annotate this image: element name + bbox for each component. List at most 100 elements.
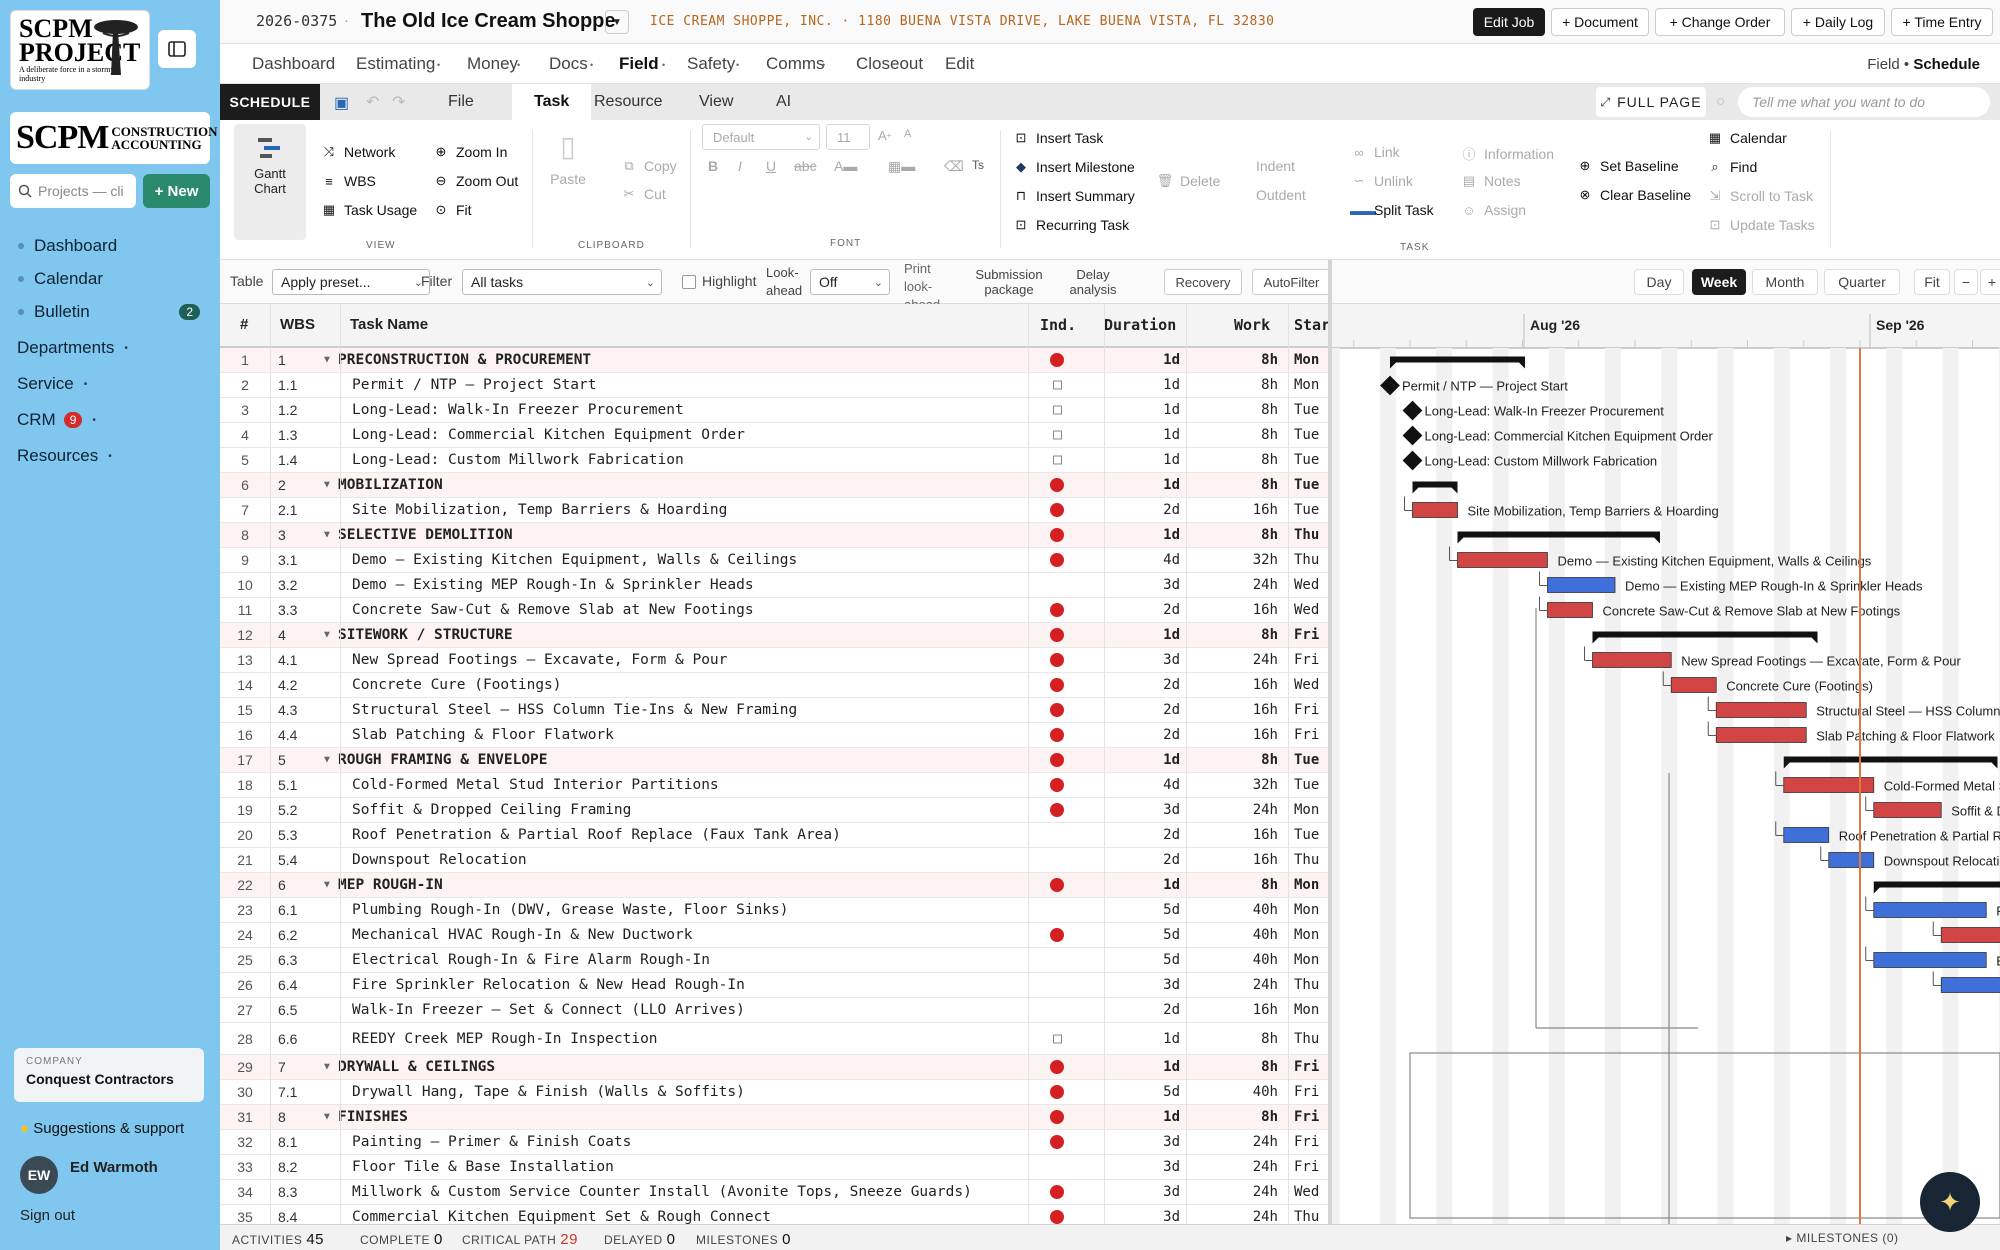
zoom-day-button[interactable]: Day: [1634, 269, 1684, 295]
column-indicators[interactable]: Ind.: [1040, 316, 1076, 334]
zoom-plus-button[interactable]: +: [1980, 269, 2000, 295]
table-row[interactable]: 19 5.2 Soffit & Dropped Ceiling Framing 3d 2…: [220, 798, 1330, 823]
save-icon[interactable]: ▣: [334, 93, 349, 113]
grow-font-icon[interactable]: A +: [878, 128, 891, 143]
undo-icon[interactable]: ↶: [366, 92, 379, 112]
tab-ai[interactable]: AI: [776, 93, 791, 111]
delete-button[interactable]: 🗑 Delete: [1156, 173, 1221, 189]
collapse-toggle-icon[interactable]: ▼: [322, 1112, 332, 1123]
font-color-icon[interactable]: A▬: [834, 158, 857, 174]
autofilter-button[interactable]: AutoFilter: [1252, 269, 1330, 295]
collapse-toggle-icon[interactable]: ▼: [322, 355, 332, 366]
table-row[interactable]: 26 6.4 Fire Sprinkler Relocation & New Hea…: [220, 973, 1330, 998]
bold-icon[interactable]: B: [708, 158, 718, 174]
text-styles-icon[interactable]: Ts: [972, 158, 984, 172]
print-lookahead-button[interactable]: Print look-ahead: [904, 260, 944, 304]
fit-button[interactable]: ⊙ Fit: [432, 202, 472, 218]
unlink-button[interactable]: ∽ Unlink: [1350, 173, 1413, 189]
table-row[interactable]: 11 3.3 Concrete Saw-Cut & Remove Slab at N…: [220, 598, 1330, 623]
add-document-button[interactable]: + Document: [1551, 8, 1649, 36]
link-button[interactable]: ∞ Link: [1350, 144, 1399, 160]
table-row[interactable]: 31 8 ▼ FINISHES 1d 8h Fri: [220, 1105, 1330, 1130]
table-row[interactable]: 9 3.1 Demo — Existing Kitchen Equipment, W…: [220, 548, 1330, 573]
table-row[interactable]: 21 5.4 Downspout Relocation 2d 16h Thu: [220, 848, 1330, 873]
edit-job-button[interactable]: Edit Job: [1473, 8, 1545, 36]
menu-comms[interactable]: Comms: [766, 54, 825, 74]
sidebar-item-crm[interactable]: CRM 9 •: [0, 410, 220, 430]
collapse-toggle-icon[interactable]: ▼: [322, 530, 332, 541]
table-row[interactable]: 25 6.3 Electrical Rough-In & Fire Alarm Ro…: [220, 948, 1330, 973]
column-wbs[interactable]: WBS: [280, 316, 315, 333]
zoom-minus-button[interactable]: −: [1954, 269, 1978, 295]
table-row[interactable]: 34 8.3 Millwork & Custom Service Counter I…: [220, 1180, 1330, 1205]
table-row[interactable]: 32 8.1 Painting — Primer & Finish Coats 3d 2…: [220, 1130, 1330, 1155]
submission-package-button[interactable]: Submission package: [964, 265, 1054, 299]
table-row[interactable]: 3 1.2 Long-Lead: Walk-In Freezer Procureme…: [220, 398, 1330, 423]
scpm-project-logo[interactable]: SCPM PROJECT A deliberate force in a sto…: [10, 10, 150, 90]
add-time-entry-button[interactable]: + Time Entry: [1891, 8, 1993, 36]
table-row[interactable]: 8 3 ▼ SELECTIVE DEMOLITION 1d 8h Thu: [220, 523, 1330, 548]
add-change-order-button[interactable]: + Change Order: [1655, 8, 1785, 36]
sidebar-item-bulletin[interactable]: Bulletin 2: [0, 302, 220, 322]
new-button[interactable]: + New: [143, 174, 210, 208]
column-duration[interactable]: Duration: [1104, 316, 1176, 334]
user-profile[interactable]: EW Ed Warmoth: [20, 1156, 158, 1194]
table-row[interactable]: 29 7 ▼ DRYWALL & CEILINGS 1d 8h Fri: [220, 1055, 1330, 1080]
menu-docs[interactable]: Docs: [549, 54, 588, 74]
suggestions-link[interactable]: ● Suggestions & support: [20, 1120, 184, 1137]
add-daily-log-button[interactable]: + Daily Log: [1791, 8, 1885, 36]
table-row[interactable]: 17 5 ▼ ROUGH FRAMING & ENVELOPE 1d 8h Tue: [220, 748, 1330, 773]
cut-button[interactable]: ✂ Cut: [620, 186, 666, 202]
update-tasks-button[interactable]: ⊡ Update Tasks: [1706, 217, 1815, 233]
table-row[interactable]: 16 4.4 Slab Patching & Floor Flatwork 2d 16h…: [220, 723, 1330, 748]
insert-milestone-button[interactable]: ◆ Insert Milestone: [1012, 159, 1135, 175]
table-row[interactable]: 15 4.3 Structural Steel — HSS Column Tie-I…: [220, 698, 1330, 723]
table-row[interactable]: 30 7.1 Drywall Hang, Tape & Finish (Walls …: [220, 1080, 1330, 1105]
zoom-week-button[interactable]: Week: [1692, 269, 1746, 295]
highlight-checkbox[interactable]: [682, 275, 696, 289]
calendar-button[interactable]: ▦ Calendar: [1706, 130, 1787, 146]
sidebar-item-calendar[interactable]: Calendar: [0, 269, 220, 289]
copy-button[interactable]: ⧉ Copy: [620, 158, 676, 174]
project-search-input[interactable]: Projects — cli: [10, 174, 136, 208]
table-row[interactable]: 23 6.1 Plumbing Rough-In (DWV, Grease Wast…: [220, 898, 1330, 923]
sidebar-item-departments[interactable]: Departments •: [0, 338, 220, 358]
collapse-toggle-icon[interactable]: ▼: [322, 1062, 332, 1073]
collapse-toggle-icon[interactable]: ▼: [322, 880, 332, 891]
table-row[interactable]: 5 1.4 Long-Lead: Custom Millwork Fabricati…: [220, 448, 1330, 473]
table-row[interactable]: 12 4 ▼ SITEWORK / STRUCTURE 1d 8h Fri: [220, 623, 1330, 648]
background-color-icon[interactable]: ▦▬: [888, 158, 915, 175]
ai-assistant-button[interactable]: ✦: [1920, 1172, 1980, 1232]
set-baseline-button[interactable]: ⊕ Set Baseline: [1576, 158, 1679, 174]
table-row[interactable]: 2 1.1 Permit / NTP — Project Start 1d 8h Mon: [220, 373, 1330, 398]
table-row[interactable]: 13 4.1 New Spread Footings — Excavate, For…: [220, 648, 1330, 673]
menu-field[interactable]: Field: [619, 54, 659, 74]
menu-dashboard[interactable]: Dashboard: [252, 54, 335, 74]
scpm-accounting-logo[interactable]: SCPM CONSTRUCTION ACCOUNTING: [10, 112, 218, 164]
tab-resource[interactable]: Resource: [594, 93, 662, 111]
lookahead-select[interactable]: Off ⌄: [810, 269, 890, 295]
clear-format-icon[interactable]: ⌫: [944, 158, 964, 175]
table-row[interactable]: 20 5.3 Roof Penetration & Partial Roof Rep…: [220, 823, 1330, 848]
table-preset-select[interactable]: Apply preset... ⌄: [272, 269, 430, 295]
table-row[interactable]: 27 6.5 Walk-In Freezer — Set & Connect (LL…: [220, 998, 1330, 1023]
table-row[interactable]: 35 8.4 Commercial Kitchen Equipment Set & …: [220, 1205, 1330, 1224]
find-button[interactable]: ⌕ Find: [1706, 159, 1757, 175]
font-family-select[interactable]: Default ⌄: [702, 124, 820, 150]
insert-task-button[interactable]: ⊡ Insert Task: [1012, 130, 1104, 146]
zoom-in-button[interactable]: ⊕ Zoom In: [432, 144, 508, 160]
outdent-button[interactable]: Outdent: [1256, 187, 1306, 203]
redo-icon[interactable]: ↷: [392, 92, 405, 112]
table-row[interactable]: 28 6.6 REEDY Creek MEP Rough-In Inspection…: [220, 1023, 1330, 1055]
strikethrough-icon[interactable]: abc: [794, 158, 817, 174]
sidebar-item-service[interactable]: Service •: [0, 374, 220, 394]
wbs-button[interactable]: ≡ WBS: [320, 173, 376, 189]
menu-estimating[interactable]: Estimating: [356, 54, 435, 74]
sidebar-item-dashboard[interactable]: Dashboard: [0, 236, 220, 256]
menu-closeout[interactable]: Closeout: [856, 54, 923, 74]
column-start[interactable]: Star: [1294, 316, 1330, 334]
column-work[interactable]: Work: [1234, 316, 1270, 334]
column-number[interactable]: #: [240, 316, 248, 333]
table-row[interactable]: 10 3.2 Demo — Existing MEP Rough-In & Spri…: [220, 573, 1330, 598]
zoom-month-button[interactable]: Month: [1752, 269, 1818, 295]
